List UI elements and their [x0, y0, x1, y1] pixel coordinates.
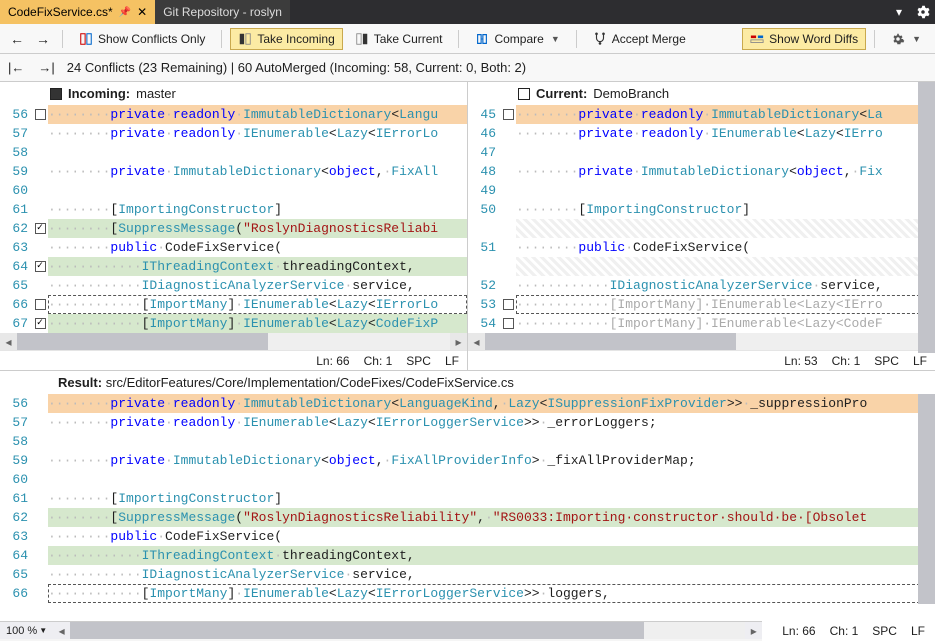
- line-checkbox[interactable]: [503, 109, 514, 120]
- status-spc: SPC: [406, 354, 431, 368]
- status-lf: LF: [445, 354, 459, 368]
- line-checkbox[interactable]: [35, 318, 46, 329]
- take-current-button[interactable]: Take Current: [347, 28, 451, 50]
- chevron-down-icon: ▼: [551, 34, 560, 44]
- current-branch: DemoBranch: [593, 86, 669, 101]
- merge-toolbar: ← → Show Conflicts Only Take Incoming Ta…: [0, 24, 935, 54]
- conflict-summary-text: 24 Conflicts (23 Remaining) | 60 AutoMer…: [67, 60, 526, 75]
- next-conflict-button[interactable]: →|: [36, 60, 56, 75]
- compare-icon: [475, 32, 489, 46]
- line-checkbox[interactable]: [35, 109, 46, 120]
- current-take-all-checkbox[interactable]: [518, 88, 530, 100]
- line-checkbox[interactable]: [503, 299, 514, 310]
- button-label: Take Incoming: [257, 32, 334, 46]
- document-tab-bar: CodeFixService.cs* 📌 ✕ Git Repository - …: [0, 0, 935, 24]
- incoming-branch: master: [136, 86, 176, 101]
- nav-forward-button[interactable]: →: [32, 29, 54, 49]
- current-pane: Current: DemoBranch 45········private·re…: [468, 82, 935, 370]
- take-incoming-button[interactable]: Take Incoming: [230, 28, 342, 50]
- status-ch: Ch: 1: [832, 354, 861, 368]
- incoming-label: Incoming:: [68, 86, 130, 101]
- result-path: src/EditorFeatures/Core/Implementation/C…: [106, 375, 514, 390]
- line-checkbox[interactable]: [35, 261, 46, 272]
- status-ln: Ln: 66: [316, 354, 349, 368]
- current-label: Current:: [536, 86, 587, 101]
- tab-label: Git Repository - roslyn: [163, 5, 282, 19]
- result-label: Result:: [58, 375, 102, 390]
- status-ch: Ch: 1: [364, 354, 393, 368]
- tab-codefixservice[interactable]: CodeFixService.cs* 📌 ✕: [0, 0, 155, 24]
- incoming-hscrollbar[interactable]: ◂▸: [0, 333, 467, 350]
- status-lf: LF: [911, 624, 925, 638]
- tab-label: CodeFixService.cs*: [8, 5, 113, 19]
- incoming-code[interactable]: 56········private·readonly·ImmutableDict…: [0, 105, 467, 333]
- result-pane: Result: src/EditorFeatures/Core/Implemen…: [0, 371, 935, 621]
- window-dropdown-icon[interactable]: ▾: [887, 5, 911, 19]
- first-conflict-button[interactable]: |←: [6, 60, 26, 75]
- status-ln: Ln: 66: [782, 624, 815, 638]
- status-ch: Ch: 1: [830, 624, 859, 638]
- status-ln: Ln: 53: [784, 354, 817, 368]
- status-lf: LF: [913, 354, 927, 368]
- line-checkbox[interactable]: [35, 299, 46, 310]
- button-label: Take Current: [374, 32, 443, 46]
- nav-back-button[interactable]: ←: [6, 29, 28, 49]
- status-spc: SPC: [872, 624, 897, 638]
- conflict-summary-bar: |← →| 24 Conflicts (23 Remaining) | 60 A…: [0, 54, 935, 82]
- gear-icon[interactable]: [911, 5, 935, 19]
- button-label: Accept Merge: [612, 32, 686, 46]
- current-vscrollbar[interactable]: [918, 82, 935, 353]
- accept-merge-button[interactable]: Accept Merge: [585, 28, 694, 50]
- word-diffs-icon: [750, 32, 764, 46]
- current-hscrollbar[interactable]: ◂▸: [468, 333, 935, 350]
- result-vscrollbar[interactable]: [918, 394, 935, 604]
- show-word-diffs-button[interactable]: Show Word Diffs: [742, 28, 866, 50]
- take-current-icon: [355, 32, 369, 46]
- conflicts-icon: [79, 32, 93, 46]
- button-label: Show Conflicts Only: [98, 32, 205, 46]
- footer-hscrollbar[interactable]: [70, 622, 745, 639]
- close-icon[interactable]: ✕: [137, 5, 147, 19]
- line-checkbox[interactable]: [35, 223, 46, 234]
- chevron-down-icon: ▼: [912, 34, 921, 44]
- zoom-dropdown[interactable]: 100 %▼: [0, 625, 53, 637]
- footer-bar: 100 %▼ ◂ ▸ Ln: 66 Ch: 1 SPC LF: [0, 621, 935, 639]
- incoming-take-all-checkbox[interactable]: [50, 88, 62, 100]
- take-incoming-icon: [238, 32, 252, 46]
- result-code[interactable]: 56········private·readonly·ImmutableDict…: [0, 394, 935, 621]
- compare-button[interactable]: Compare ▼: [467, 28, 567, 50]
- tab-git-repository[interactable]: Git Repository - roslyn: [155, 0, 290, 24]
- accept-merge-icon: [593, 32, 607, 46]
- line-checkbox[interactable]: [503, 318, 514, 329]
- status-spc: SPC: [874, 354, 899, 368]
- button-label: Show Word Diffs: [769, 32, 858, 46]
- current-code[interactable]: 45········private·readonly·ImmutableDict…: [468, 105, 935, 333]
- settings-button[interactable]: ▼: [883, 28, 929, 50]
- button-label: Compare: [494, 32, 543, 46]
- incoming-pane: Incoming: master 56········private·reado…: [0, 82, 468, 370]
- show-conflicts-only-button[interactable]: Show Conflicts Only: [71, 28, 213, 50]
- gear-icon: [891, 32, 905, 46]
- pin-icon[interactable]: 📌: [119, 7, 131, 18]
